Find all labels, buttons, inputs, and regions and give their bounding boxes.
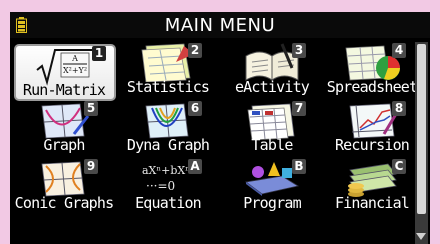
- tile-spreadsheet[interactable]: 4 Spreadsheet: [322, 42, 422, 98]
- equation-bottom-text: ···=0: [146, 179, 175, 193]
- key-badge: 5: [84, 101, 98, 116]
- tile-label: Program: [243, 194, 301, 212]
- tile-label: eActivity: [234, 78, 310, 96]
- tile-run-matrix[interactable]: A X²+Y² 1 Run-Matrix: [14, 42, 116, 101]
- key-badge: 9: [84, 159, 98, 174]
- key-badge: 8: [392, 101, 406, 116]
- key-badge: 2: [188, 43, 202, 58]
- scrollbar-thumb[interactable]: [417, 44, 426, 214]
- tile-conic-graphs[interactable]: 9 Conic Graphs: [14, 158, 114, 214]
- tile-statistics[interactable]: 2 Statistics: [118, 42, 218, 98]
- tile-table[interactable]: 7 Table: [222, 100, 322, 156]
- tile-eactivity[interactable]: 3 eActivity: [222, 42, 322, 98]
- tile-equation[interactable]: aXⁿ+bXⁿ⁻¹ ···=0 A Equation: [118, 158, 218, 214]
- tile-label: Statistics: [126, 78, 210, 96]
- tile-label: Graph: [43, 136, 85, 154]
- tile-label: Conic Graphs: [14, 194, 115, 212]
- page-title: MAIN MENU: [164, 15, 276, 36]
- key-badge: 3: [292, 43, 306, 58]
- key-badge: 6: [188, 101, 202, 116]
- tile-label: Dyna Graph: [126, 136, 210, 154]
- tile-label: Table: [251, 136, 293, 154]
- key-badge: B: [292, 159, 306, 174]
- scroll-down-arrow-icon[interactable]: [416, 233, 426, 240]
- matrix-a-text: A: [71, 54, 78, 63]
- title-bar: MAIN MENU: [10, 12, 430, 38]
- key-badge: 1: [92, 46, 106, 61]
- tile-label: Run-Matrix: [22, 81, 106, 99]
- tile-program[interactable]: B Program: [222, 158, 322, 214]
- scrollbar[interactable]: [415, 42, 428, 244]
- tile-dyna-graph[interactable]: 6 Dyna Graph: [118, 100, 218, 156]
- key-badge: 7: [292, 101, 306, 116]
- tile-label: Recursion: [334, 136, 410, 154]
- key-badge: C: [392, 159, 406, 174]
- tile-graph[interactable]: 5 Graph: [14, 100, 114, 156]
- key-badge: A: [188, 159, 202, 174]
- key-badge: 4: [392, 43, 406, 58]
- tile-label: Equation: [135, 194, 202, 212]
- tile-recursion[interactable]: 8 Recursion: [322, 100, 422, 156]
- tile-label: Financial: [334, 194, 410, 212]
- calculator-screen: MAIN MENU A X²+Y² 1 Run-Matrix 2 Statist…: [10, 12, 430, 244]
- tile-label: Spreadsheet: [326, 78, 418, 96]
- matrix-xy-text: X²+Y²: [63, 66, 87, 75]
- tile-financial[interactable]: C Financial: [322, 158, 422, 214]
- run-matrix-icon: A X²+Y²: [36, 49, 94, 86]
